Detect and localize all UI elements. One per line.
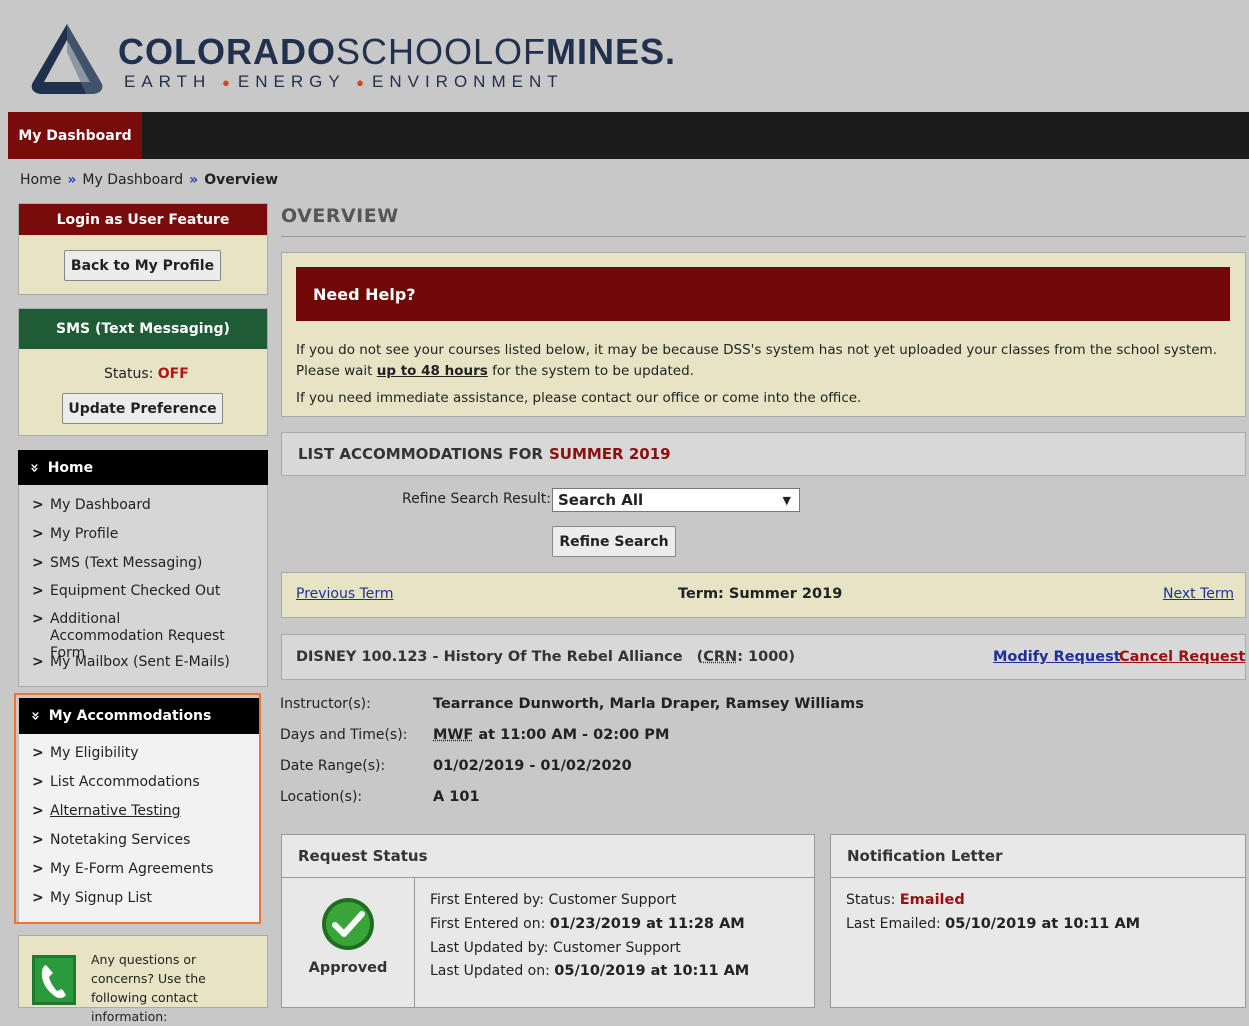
- brand-name: COLORADOSCHOOLOFMINES.: [118, 31, 677, 72]
- request-status-value: Approved: [308, 960, 388, 976]
- sms-status-value: OFF: [157, 366, 189, 382]
- page-title: OVERVIEW: [281, 205, 399, 227]
- days-time-value: MWF at 11:00 AM - 02:00 PM: [433, 727, 670, 743]
- home-menu-header[interactable]: » Home: [18, 450, 268, 485]
- home-menu-item-my-dashboard[interactable]: > My Dashboard: [32, 497, 262, 526]
- refine-search-select[interactable]: Search All ▼: [552, 488, 800, 512]
- location-value: A 101: [433, 789, 480, 805]
- first-entered-by: First Entered by: Customer Support: [430, 892, 677, 908]
- last-updated-on: Last Updated on: 05/10/2019 at 10:11 AM: [430, 963, 750, 979]
- list-term: SUMMER 2019: [548, 445, 671, 463]
- wait-duration-link[interactable]: up to 48 hours: [377, 363, 488, 379]
- mines-logo-icon[interactable]: [28, 22, 106, 96]
- breadcrumb-current: Overview: [204, 172, 278, 188]
- last-updated-by: Last Updated by: Customer Support: [430, 940, 681, 956]
- crn-abbr: CRN: [703, 649, 738, 665]
- previous-term-link[interactable]: Previous Term: [296, 586, 394, 602]
- request-status-title: Request Status: [298, 847, 428, 865]
- chevron-right-icon: >: [32, 555, 44, 571]
- need-help-contact-message: If you need immediate assistance, please…: [296, 390, 862, 406]
- divider: [281, 877, 815, 878]
- divider: [414, 877, 415, 1008]
- chevron-right-icon: >: [32, 497, 44, 513]
- home-menu-item-my-profile[interactable]: > My Profile: [32, 526, 262, 555]
- divider: [830, 877, 1246, 878]
- need-help-title: Need Help?: [296, 267, 1230, 321]
- list-accommodations-heading: LIST ACCOMMODATIONS FOR SUMMER 2019: [281, 432, 1246, 476]
- back-to-my-profile-button[interactable]: Back to My Profile: [64, 250, 221, 281]
- notification-status: Status: Emailed: [846, 892, 965, 908]
- location-label: Location(s):: [280, 789, 363, 805]
- first-entered-on: First Entered on: 01/23/2019 at 11:28 AM: [430, 916, 745, 932]
- last-emailed: Last Emailed: 05/10/2019 at 10:11 AM: [846, 916, 1141, 932]
- approved-check-icon: [322, 898, 374, 950]
- breadcrumb-home[interactable]: Home: [20, 172, 61, 188]
- breadcrumb: Home » My Dashboard » Overview: [20, 172, 278, 188]
- refine-search-label: Refine Search Result:: [402, 491, 551, 507]
- notification-letter-title: Notification Letter: [847, 847, 1003, 865]
- highlight-frame: [14, 693, 261, 924]
- refine-search-button[interactable]: Refine Search: [552, 526, 676, 557]
- chevron-right-icon: >: [32, 611, 44, 627]
- sms-status: Status: OFF: [104, 366, 189, 382]
- home-menu-item-sms[interactable]: > SMS (Text Messaging): [32, 555, 262, 583]
- brand-tagline: EARTH ●ENERGY ●ENVIRONMENT: [124, 72, 564, 91]
- main-nav-bar: [8, 112, 1249, 159]
- cancel-request-link[interactable]: Cancel Request: [1119, 649, 1245, 665]
- home-menu-list: > My Dashboard > My Profile > SMS (Text Mes…: [32, 497, 262, 682]
- current-term-label: Term: Summer 2019: [678, 586, 843, 602]
- date-range-value: 01/02/2019 - 01/02/2020: [433, 758, 632, 774]
- need-help-message: If you do not see your courses listed be…: [296, 342, 1217, 379]
- breadcrumb-dashboard[interactable]: My Dashboard: [82, 172, 183, 188]
- nav-tab-my-dashboard[interactable]: My Dashboard: [8, 112, 142, 159]
- home-menu-item-mailbox[interactable]: > My Mailbox (Sent E-Mails): [32, 654, 262, 682]
- instructor-label: Instructor(s):: [280, 696, 371, 712]
- double-chevron-down-icon: »: [25, 462, 44, 473]
- contact-text: Any questions or concerns? Use the follo…: [91, 952, 206, 1024]
- home-menu-item-equipment[interactable]: > Equipment Checked Out: [32, 583, 262, 611]
- chevron-right-icon: >: [32, 654, 44, 670]
- breadcrumb-separator: »: [189, 172, 199, 188]
- chevron-right-icon: >: [32, 526, 44, 542]
- phone-icon: [32, 955, 76, 1005]
- modify-request-link[interactable]: Modify Request: [993, 649, 1121, 665]
- chevron-right-icon: >: [32, 583, 44, 599]
- login-as-user-title: Login as User Feature: [19, 204, 267, 235]
- breadcrumb-separator: »: [67, 172, 77, 188]
- title-divider: [281, 236, 1246, 237]
- instructor-value: Tearrance Dunworth, Marla Draper, Ramsey…: [433, 696, 864, 712]
- course-title: DISNEY 100.123 - History Of The Rebel Al…: [296, 649, 796, 665]
- dropdown-arrow-icon: ▼: [782, 493, 791, 507]
- next-term-link[interactable]: Next Term: [1163, 586, 1234, 602]
- date-range-label: Date Range(s):: [280, 758, 386, 774]
- home-menu-item-additional-request[interactable]: > Additional Accommodation Request Form: [32, 611, 262, 661]
- sms-panel-title: SMS (Text Messaging): [19, 309, 267, 349]
- days-time-label: Days and Time(s):: [280, 727, 408, 743]
- update-preference-button[interactable]: Update Preference: [62, 393, 223, 424]
